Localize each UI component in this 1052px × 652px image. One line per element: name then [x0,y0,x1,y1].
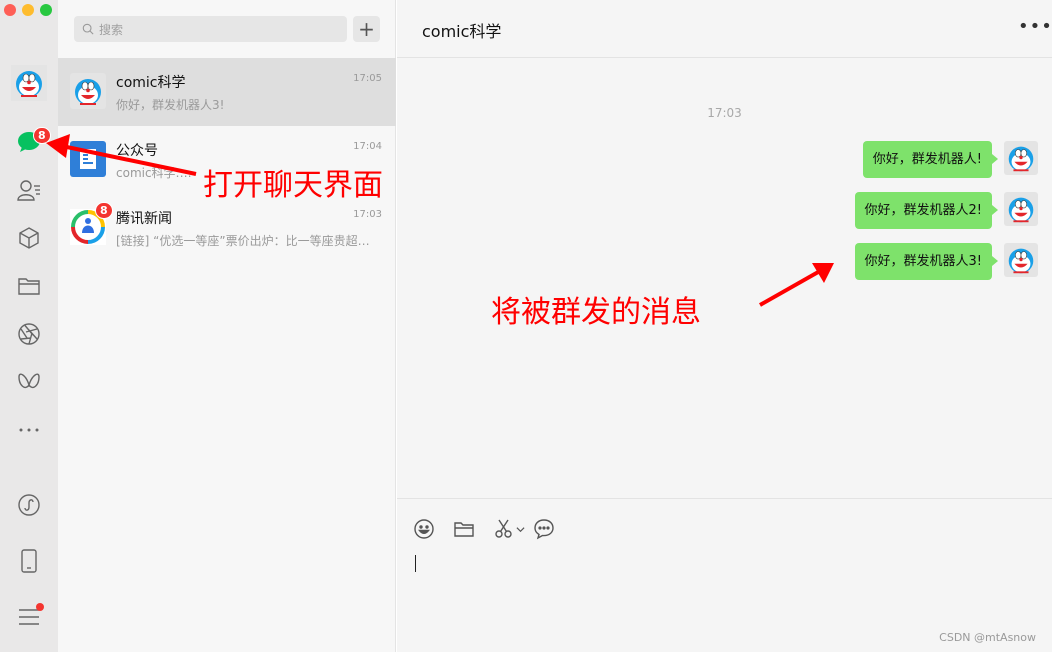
compose-area[interactable]: CSDN @mtAsnow [397,498,1052,652]
chat-header: comic科学 ••• [397,0,1052,58]
conversation-item[interactable]: 8 腾讯新闻 17:03 [链接] “优选一等座”票价出炉：比一等座贵超… [58,194,396,262]
scissors-icon [495,519,512,538]
conversation-name: 腾讯新闻 [116,211,172,227]
conversation-preview: 你好，群发机器人3! [116,98,225,112]
window-close-button[interactable] [4,4,16,16]
doraemon-avatar-icon [1004,243,1038,277]
rail-favorites-button[interactable] [11,220,47,256]
doraemon-avatar [70,73,106,109]
rail-channels-button[interactable] [11,364,47,400]
rail-mini-programs-button[interactable] [11,487,47,523]
watermark: CSDN @mtAsnow [939,631,1036,644]
tencent-news-avatar: 8 [70,202,113,245]
conversation-preview: comic科学:… [116,166,192,180]
more-options-button[interactable]: ••• [1018,18,1052,38]
search-input[interactable]: 搜索 [74,16,347,42]
settings-dot-badge [36,603,44,611]
side-rail: 8 [0,0,58,652]
rail-phone-button[interactable] [11,543,47,579]
window-minimize-button[interactable] [22,4,34,16]
annotation-open-chat: 打开聊天界面 [203,168,383,203]
doraemon-avatar-icon [1004,141,1038,175]
rail-moments-button[interactable] [11,316,47,352]
user-avatar[interactable] [11,65,47,101]
folder-icon [18,278,40,295]
conversation-name: 公众号 [116,143,158,159]
time-divider: 17:03 [707,106,742,120]
rail-more-button[interactable] [11,412,47,448]
conversation-preview: [链接] “优选一等座”票价出炉：比一等座贵超… [116,234,370,248]
more-dots-icon [19,428,39,432]
chat-title: comic科学 [422,22,502,41]
message-bubble[interactable]: 你好，群发机器人! [862,141,999,178]
sender-avatar[interactable] [1004,243,1038,277]
phone-icon [21,549,37,573]
rail-chats-button[interactable]: 8 [11,124,51,160]
send-file-button[interactable] [453,517,475,541]
mini-program-icon [18,494,40,516]
message-bubble[interactable]: 你好，群发机器人2! [854,192,999,229]
message-row: 你好，群发机器人3! [854,243,1038,283]
conversation-list: 搜索 + comic科学 17:05 你好，群发机器人3! 公众号 17:04 … [58,0,396,652]
message-bubble[interactable]: 你好，群发机器人3! [854,243,999,280]
news-unread-badge: 8 [95,202,113,219]
annotation-broadcast-messages: 将被群发的消息 [491,295,701,330]
conversation-name: comic科学 [116,75,186,91]
search-icon [82,23,94,35]
folder-icon [454,522,474,537]
sender-avatar[interactable] [1004,192,1038,226]
sender-avatar[interactable] [1004,141,1038,175]
rail-contacts-button[interactable] [11,172,47,208]
doraemon-avatar-icon [70,73,106,109]
add-chat-button[interactable]: + [353,16,380,42]
official-account-avatar [70,141,106,177]
rail-files-button[interactable] [11,268,47,304]
doraemon-avatar-icon [1004,192,1038,226]
window-zoom-button[interactable] [40,4,52,16]
search-placeholder: 搜索 [99,22,124,37]
message-row: 你好，群发机器人2! [854,192,1038,232]
chat-history-icon [534,519,554,540]
conversation-time: 17:03 [353,209,382,220]
conversation-time: 17:04 [353,141,382,152]
message-row: 你好，群发机器人! [862,141,1038,181]
conversation-item[interactable]: comic科学 17:05 你好，群发机器人3! [58,58,396,126]
emoji-button[interactable] [413,517,435,541]
contacts-icon [17,180,40,201]
official-account-icon [70,141,106,177]
aperture-icon [18,323,40,345]
screenshot-button[interactable] [493,517,525,541]
cube-icon [19,227,39,249]
message-area[interactable]: 17:03 你好，群发机器人! 你好，群发机器人2! 你好，群发机器人3! [397,58,1052,498]
emoji-icon [414,519,434,539]
rail-settings-button[interactable] [11,599,47,635]
chat-history-button[interactable] [533,517,555,541]
chevron-down-icon[interactable] [516,525,525,534]
butterfly-icon [18,373,40,389]
text-caret [415,555,416,572]
doraemon-avatar-icon [11,65,47,101]
chats-unread-badge: 8 [33,127,51,144]
conversation-time: 17:05 [353,73,382,84]
